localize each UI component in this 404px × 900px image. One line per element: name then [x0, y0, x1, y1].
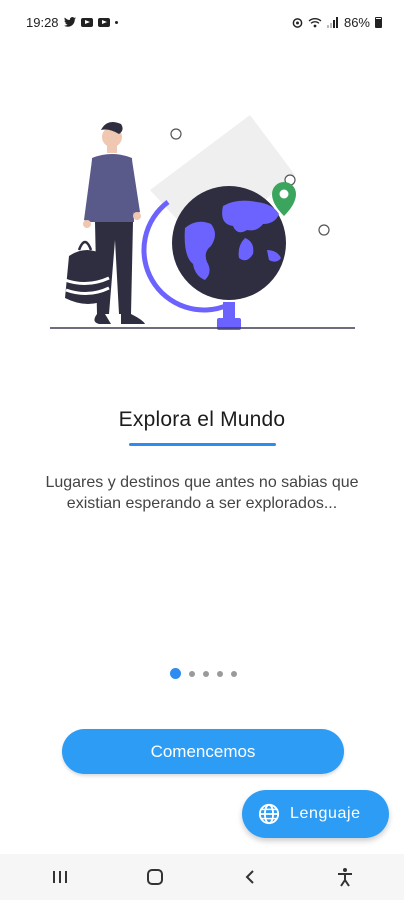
decor-circle-1 [170, 128, 182, 140]
home-icon [146, 869, 163, 885]
page-dot-3[interactable] [202, 670, 209, 677]
start-button[interactable]: Comencemos [62, 729, 344, 774]
back-icon [245, 870, 254, 884]
battery-percent: 86% [343, 14, 370, 30]
status-bar: 19:28 86% [0, 0, 404, 44]
page-dot-4[interactable] [216, 670, 223, 677]
status-left: 19:28 [26, 15, 118, 30]
travel-illustration [50, 115, 355, 330]
decor-circle-3 [318, 224, 330, 236]
globe-icon [258, 803, 280, 825]
onboarding-description: Lugares y destinos que antes no sabias q… [45, 474, 359, 512]
language-button-label: Lenguaje [290, 805, 361, 822]
youtube-icon [80, 17, 93, 27]
language-button[interactable]: Lenguaje [242, 790, 389, 838]
page-dot-5[interactable] [230, 670, 237, 677]
signal-icon [326, 16, 338, 28]
twitter-icon [63, 17, 76, 27]
back-button[interactable] [230, 857, 270, 897]
recents-icon [52, 871, 67, 883]
recents-button[interactable] [40, 857, 80, 897]
home-button[interactable] [135, 857, 175, 897]
traveler-illustration [64, 122, 145, 324]
accessibility-icon [337, 868, 352, 887]
alarm-icon [292, 17, 303, 28]
status-time: 19:28 [26, 14, 59, 30]
youtube-icon-2 [97, 17, 110, 27]
page-dot-1[interactable] [169, 668, 181, 679]
globe-illustration [141, 186, 286, 330]
wifi-icon [308, 17, 322, 27]
status-right: 86% [292, 15, 382, 30]
system-nav-bar [0, 854, 404, 900]
page-dot-2[interactable] [188, 670, 195, 677]
title-underline [129, 443, 276, 446]
onboarding-title: Explora el Mundo [118, 408, 286, 431]
notification-dot [114, 20, 118, 24]
battery-icon [375, 16, 382, 28]
accessibility-button[interactable] [325, 857, 365, 897]
page-indicator [0, 668, 404, 679]
